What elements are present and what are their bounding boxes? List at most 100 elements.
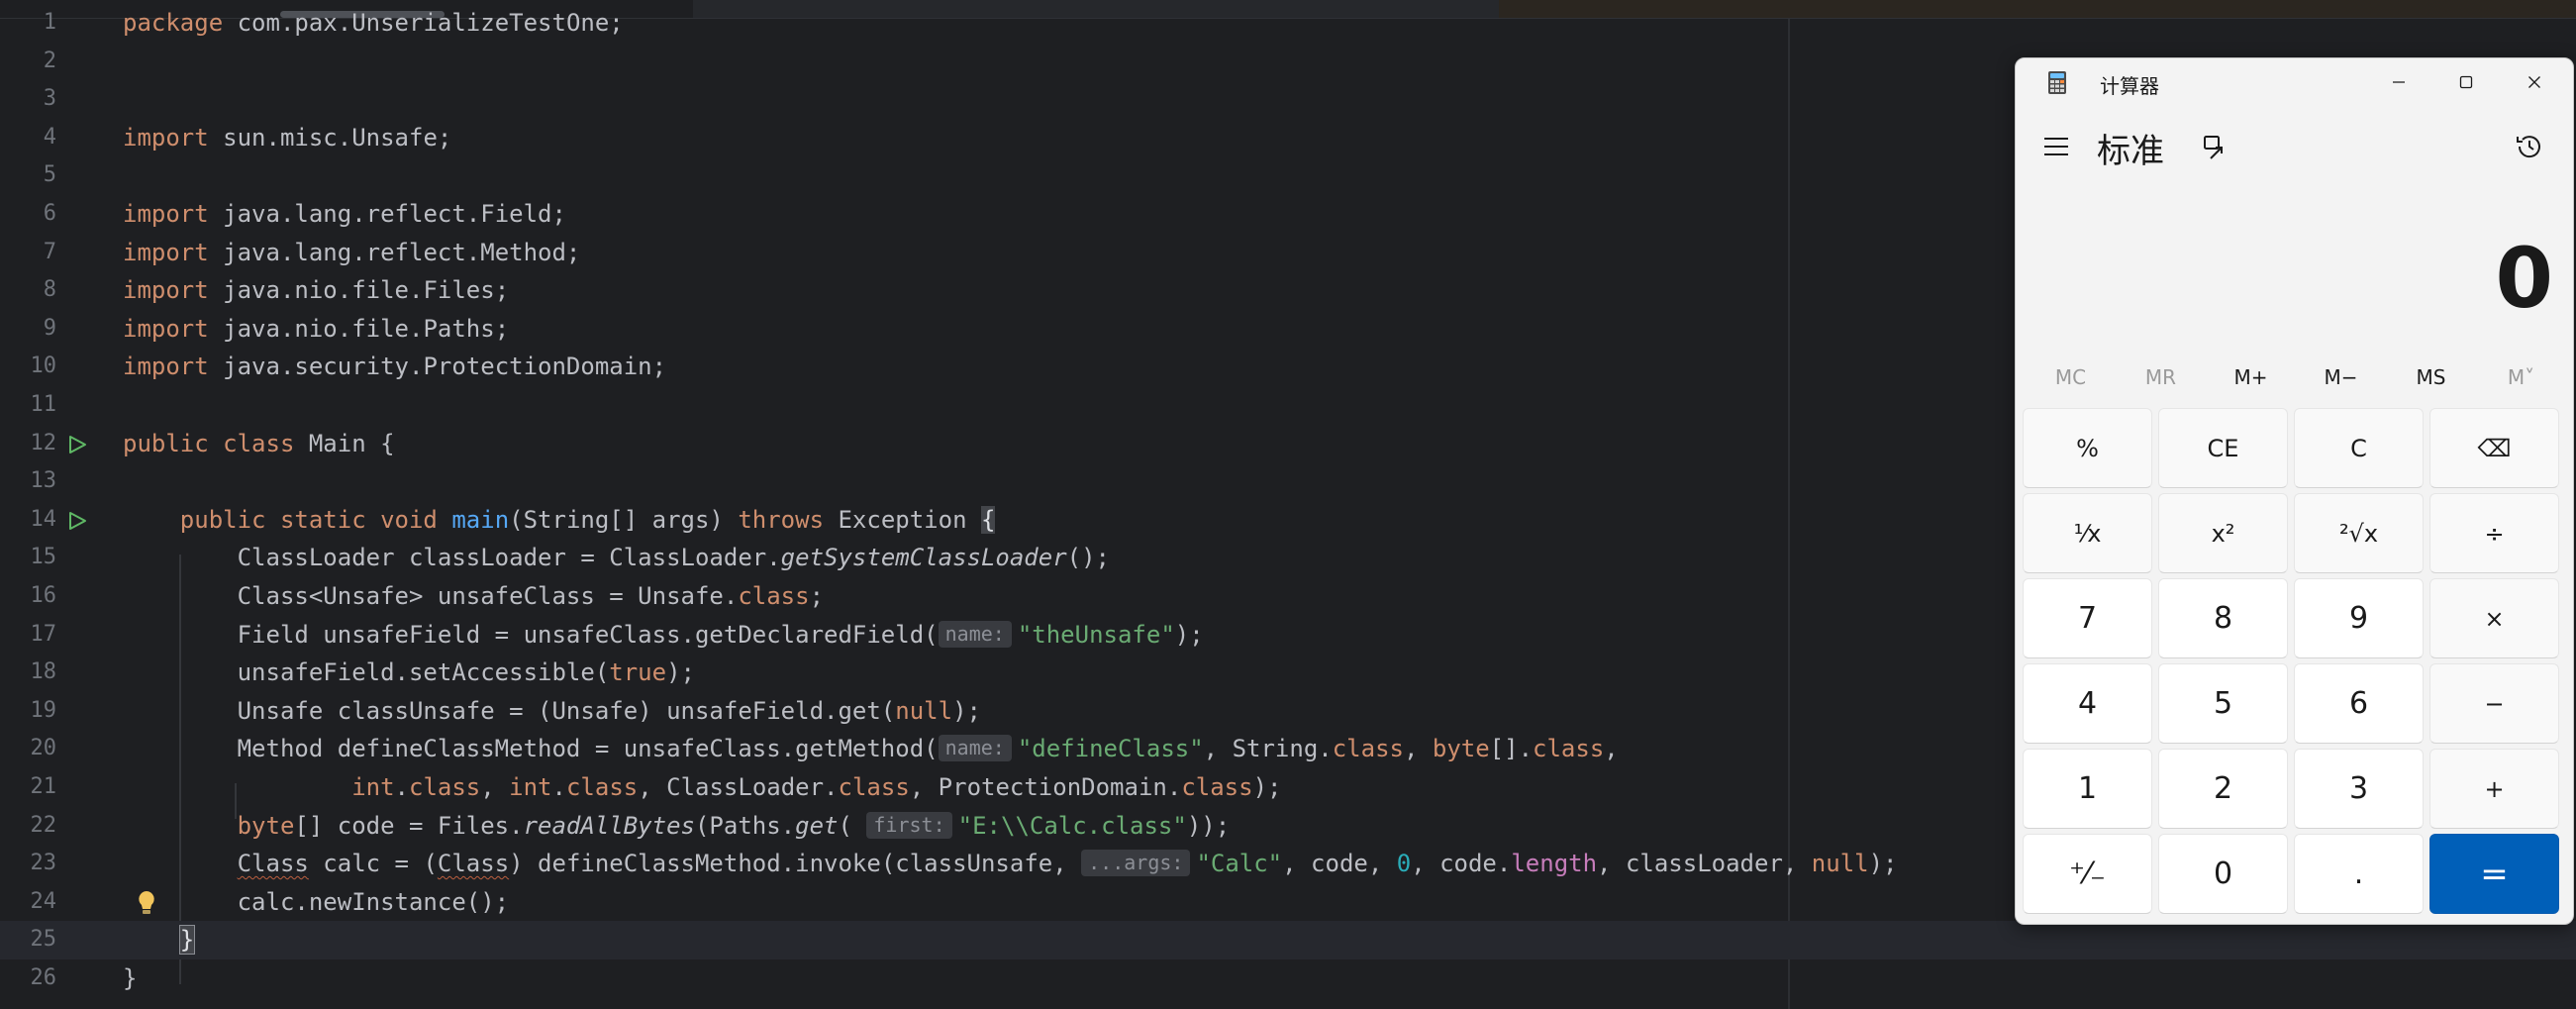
code-token: java.lang.reflect.Field; xyxy=(208,200,566,228)
line-number: 25 xyxy=(30,927,57,953)
code-text: import java.security.ProtectionDomain; xyxy=(123,348,666,386)
matched-brace: { xyxy=(980,505,996,534)
reciprocal-key[interactable]: ¹⁄x xyxy=(2023,493,2152,573)
code-token: byte xyxy=(237,811,295,840)
clear-key[interactable]: C xyxy=(2294,408,2424,488)
code-token: import xyxy=(123,314,209,343)
code-token: null xyxy=(1811,850,1869,878)
backspace-key[interactable]: ⌫ xyxy=(2429,408,2559,488)
code-token: class xyxy=(1533,735,1605,763)
code-token: , String. xyxy=(1203,735,1333,763)
memory-button[interactable]: MS xyxy=(2386,355,2476,399)
code-token: class xyxy=(838,773,910,801)
code-token: getSystemClassLoader xyxy=(780,544,1067,572)
history-icon[interactable] xyxy=(2515,132,2544,161)
code-token: public static void xyxy=(179,505,438,534)
code-token: ClassLoader classLoader = ClassLoader. xyxy=(123,544,781,572)
minimize-button[interactable] xyxy=(2365,58,2432,106)
line-number: 11 xyxy=(30,392,57,417)
code-text: public static void main(String[] args) t… xyxy=(123,501,996,540)
memory-button[interactable]: M+ xyxy=(2206,355,2296,399)
parameter-hint: name: xyxy=(938,620,1012,648)
code-token: "Calc" xyxy=(1196,850,1283,878)
code-token: Method defineClassMethod = unsafeClass.g… xyxy=(123,735,939,763)
code-token: com.pax.UnserializeTestOne; xyxy=(223,9,624,37)
code-token: public class xyxy=(123,429,295,457)
clear-entry-key[interactable]: CE xyxy=(2158,408,2288,488)
code-token: (); xyxy=(1066,544,1111,572)
minimize-icon xyxy=(2393,81,2405,83)
line-number: 18 xyxy=(30,659,57,685)
line-number: 16 xyxy=(30,583,57,608)
code-token: import xyxy=(123,353,209,381)
hamburger-menu-icon[interactable] xyxy=(2043,136,2069,157)
line-number: 12 xyxy=(30,430,57,455)
digit-5-key[interactable]: 5 xyxy=(2158,663,2288,744)
code-text: public class Main { xyxy=(123,425,395,463)
code-token: , xyxy=(1403,735,1433,763)
code-text: } xyxy=(123,921,196,959)
code-text: Field unsafeField = unsafeClass.getDecla… xyxy=(123,616,1204,655)
percent-key[interactable]: % xyxy=(2023,408,2152,488)
code-text: unsafeField.setAccessible(true); xyxy=(123,654,695,692)
code-token: Field unsafeField = unsafeClass.getDecla… xyxy=(123,620,939,649)
parameter-hint: first: xyxy=(866,811,952,839)
digit-8-key[interactable]: 8 xyxy=(2158,578,2288,658)
line-number: 1 xyxy=(43,10,56,35)
code-token: class xyxy=(565,773,639,801)
maximize-button[interactable] xyxy=(2432,58,2500,106)
digit-1-key[interactable]: 1 xyxy=(2023,749,2152,829)
memory-button[interactable]: MC xyxy=(2026,355,2116,399)
negate-key[interactable]: ⁺⁄₋ xyxy=(2023,834,2152,914)
code-token: ); xyxy=(1174,620,1204,649)
subtract-key[interactable]: − xyxy=(2429,663,2559,744)
code-line[interactable]: 25 } xyxy=(0,921,2576,959)
code-token: . xyxy=(394,773,409,801)
code-token: Main { xyxy=(294,429,395,457)
code-line[interactable]: 1 package com.pax.UnserializeTestOne; xyxy=(0,4,2576,43)
add-key[interactable]: + xyxy=(2429,749,2559,829)
square-key[interactable]: x² xyxy=(2158,493,2288,573)
digit-0-key[interactable]: 0 xyxy=(2158,834,2288,914)
line-number: 23 xyxy=(30,851,57,876)
digit-4-key[interactable]: 4 xyxy=(2023,663,2152,744)
code-text: import java.nio.file.Paths; xyxy=(123,310,509,349)
keep-on-top-icon[interactable] xyxy=(2202,134,2229,161)
code-line[interactable]: 26} xyxy=(0,959,2576,998)
calculator-titlebar[interactable]: 计算器 xyxy=(2016,58,2573,106)
digit-2-key[interactable]: 2 xyxy=(2158,749,2288,829)
close-button[interactable] xyxy=(2501,58,2568,106)
run-gutter-icon[interactable] xyxy=(67,511,87,531)
equals-key[interactable]: = xyxy=(2429,834,2559,914)
divide-key[interactable]: ÷ xyxy=(2429,493,2559,573)
code-token: java.nio.file.Files; xyxy=(208,276,510,305)
memory-button[interactable]: M˅ xyxy=(2476,355,2566,399)
code-token: import xyxy=(123,276,209,305)
parameter-hint: ...args: xyxy=(1081,850,1191,877)
calculator-display: 0 xyxy=(2495,230,2553,327)
memory-button[interactable]: MR xyxy=(2116,355,2206,399)
line-number: 9 xyxy=(43,315,56,341)
code-token: int xyxy=(509,773,552,801)
memory-button[interactable]: M− xyxy=(2296,355,2386,399)
square-root-key[interactable]: ²√x xyxy=(2294,493,2424,573)
digit-7-key[interactable]: 7 xyxy=(2023,578,2152,658)
digit-9-key[interactable]: 9 xyxy=(2294,578,2424,658)
code-token: java.security.ProtectionDomain; xyxy=(208,353,667,381)
calculator-window[interactable]: 计算器 标准 0 MC MR M+ M− MS M˅ % CE C ⌫ ¹⁄x x² ²√x ÷ 7 8 9 ×… xyxy=(2015,57,2574,925)
code-token: 0 xyxy=(1396,850,1412,878)
decimal-key[interactable]: . xyxy=(2294,834,2424,914)
multiply-key[interactable]: × xyxy=(2429,578,2559,658)
digit-3-key[interactable]: 3 xyxy=(2294,749,2424,829)
digit-6-key[interactable]: 6 xyxy=(2294,663,2424,744)
code-token: ( xyxy=(838,811,867,840)
code-token: "defineClass" xyxy=(1017,735,1204,763)
code-text: int.class, int.class, ClassLoader.class,… xyxy=(123,768,1281,807)
code-token: sun.misc.Unsafe; xyxy=(208,123,452,151)
code-token: , code. xyxy=(1411,850,1512,878)
run-gutter-icon[interactable] xyxy=(67,435,87,454)
code-token: int xyxy=(351,773,395,801)
